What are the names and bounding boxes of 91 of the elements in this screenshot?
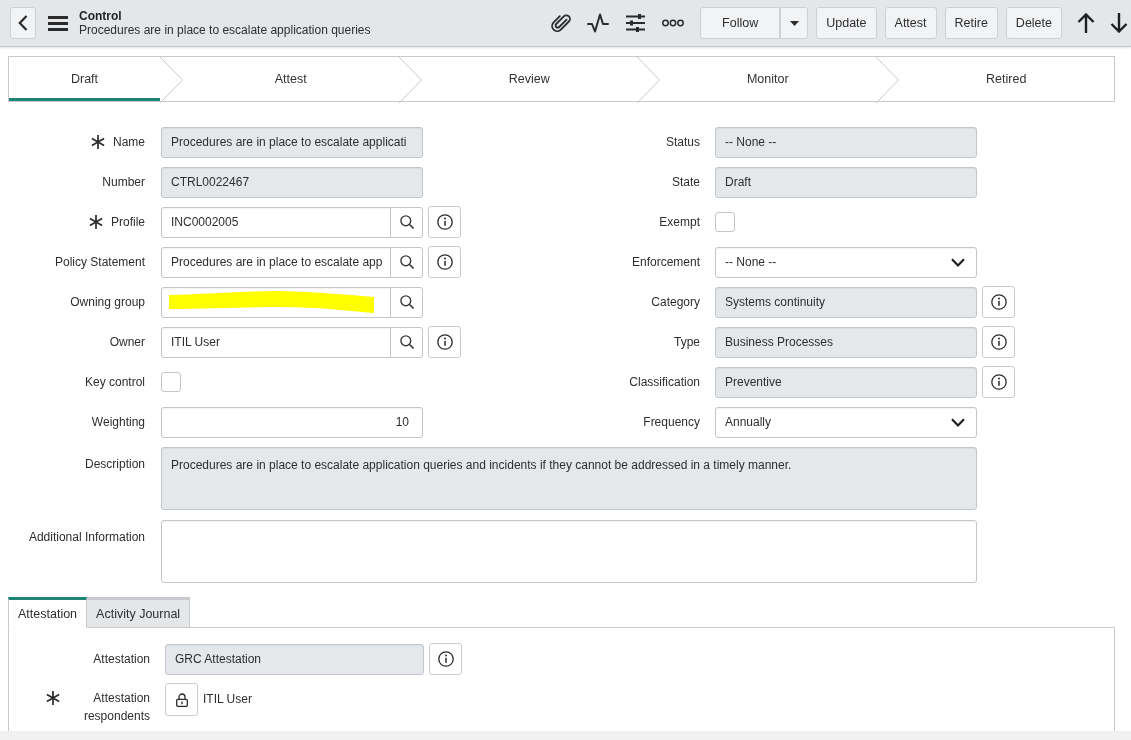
field-label: Category	[651, 294, 700, 311]
field-label: Status	[665, 134, 700, 151]
info-icon	[437, 651, 454, 667]
dropdown-field[interactable]: -- None --	[715, 246, 977, 278]
field-label: Additional Information	[28, 529, 145, 546]
record-type-title: Control	[79, 9, 123, 23]
field-label: Weighting	[91, 414, 145, 431]
back-button[interactable]	[10, 7, 36, 39]
stage-step[interactable]: Monitor	[660, 57, 876, 101]
field-label: Key control	[84, 374, 145, 391]
record-subtitle: Procedures are in place to escalate application queries	[79, 23, 371, 37]
readonly-field[interactable]: GRC Attestation	[165, 643, 424, 675]
field-label: State	[671, 174, 700, 191]
info-button[interactable]	[982, 286, 1015, 318]
search-button[interactable]	[390, 286, 423, 318]
input-field[interactable]: 10	[161, 406, 423, 438]
action-button[interactable]: Attest	[884, 7, 937, 39]
readonly-field[interactable]: Business Processes	[715, 326, 977, 358]
info-icon	[436, 254, 453, 270]
search-button[interactable]	[390, 206, 423, 238]
stage-step[interactable]: Attest	[183, 57, 399, 101]
field-label: Classification	[629, 374, 700, 391]
text-area[interactable]: Procedures are in place to escalate application queries and incidents if they cannot be addressed in a timely manner.	[161, 447, 977, 510]
up-arrow-icon[interactable]	[1077, 13, 1095, 33]
section-tab[interactable]: Activity Journal	[87, 597, 191, 628]
lock-icon	[175, 692, 188, 707]
chevron-down-icon	[951, 257, 965, 267]
stage-step[interactable]: Retired	[898, 57, 1114, 101]
paperclip-icon[interactable]	[551, 13, 572, 33]
lookup-field[interactable]: ITIL User	[161, 326, 391, 358]
info-icon	[436, 214, 453, 230]
checkbox[interactable]	[715, 212, 735, 232]
readonly-field[interactable]: Procedures are in place to escalate applicati	[161, 126, 423, 158]
readonly-field[interactable]: -- None --	[715, 126, 977, 158]
action-button[interactable]: Delete	[1005, 7, 1062, 39]
pulse-icon[interactable]	[587, 13, 610, 33]
checkbox[interactable]	[161, 372, 181, 392]
field-label: Policy Statement	[54, 254, 145, 271]
info-button[interactable]	[982, 366, 1015, 398]
search-icon	[399, 215, 414, 229]
lookup-field[interactable]: INC0002005	[161, 206, 391, 238]
info-button[interactable]	[428, 326, 461, 358]
field-label: Profile	[111, 214, 145, 231]
respondent-name: ITIL User	[203, 691, 252, 708]
down-arrow-icon[interactable]	[1110, 13, 1128, 33]
stage-step[interactable]: Draft	[9, 57, 160, 101]
readonly-field[interactable]: Draft	[715, 166, 977, 198]
section-tab[interactable]: Attestation	[8, 597, 88, 628]
field-label: Enforcement	[631, 254, 700, 271]
info-icon	[990, 294, 1007, 310]
follow-menu-button[interactable]	[780, 7, 809, 39]
field-label: Number	[102, 174, 145, 191]
field-label: Attestation respondents	[82, 690, 150, 725]
field-label: Attestation	[93, 651, 150, 668]
info-button[interactable]	[982, 326, 1015, 358]
action-button[interactable]: Update	[816, 7, 877, 39]
info-button[interactable]	[428, 246, 461, 278]
search-icon	[399, 335, 414, 349]
readonly-field[interactable]: Systems continuity	[715, 286, 977, 318]
info-icon	[990, 334, 1007, 350]
info-icon	[436, 334, 453, 350]
field-label: Name	[113, 134, 145, 151]
field-label: Owning group	[70, 294, 145, 311]
sliders-icon[interactable]	[625, 13, 647, 33]
field-label: Description	[84, 456, 145, 473]
lookup-field[interactable]	[161, 286, 391, 318]
readonly-field[interactable]: CTRL0022467	[161, 166, 423, 198]
more-icon[interactable]	[662, 19, 685, 27]
lookup-field[interactable]: Procedures are in place to escalate app	[161, 246, 391, 278]
menu-icon[interactable]	[48, 15, 68, 31]
action-button[interactable]: Retire	[944, 7, 998, 39]
lock-button[interactable]	[165, 683, 198, 716]
horizontal-scrollbar[interactable]	[0, 731, 1131, 740]
field-label: Type	[674, 334, 700, 351]
search-icon	[399, 255, 414, 269]
info-icon	[990, 374, 1007, 390]
field-label: Exempt	[659, 214, 700, 231]
search-button[interactable]	[390, 326, 423, 358]
chevron-left-icon	[18, 15, 28, 31]
field-label: Owner	[109, 334, 145, 351]
field-label: Frequency	[643, 414, 700, 431]
stage-step[interactable]: Review	[421, 57, 637, 101]
info-button[interactable]	[428, 206, 461, 238]
readonly-field[interactable]: Preventive	[715, 366, 977, 398]
caret-icon	[789, 20, 799, 26]
dropdown-field[interactable]: Annually	[715, 406, 977, 438]
info-button[interactable]	[429, 643, 462, 675]
search-icon	[399, 295, 414, 309]
search-button[interactable]	[390, 246, 423, 278]
follow-button[interactable]: Follow	[700, 7, 781, 39]
chevron-down-icon	[951, 417, 965, 427]
